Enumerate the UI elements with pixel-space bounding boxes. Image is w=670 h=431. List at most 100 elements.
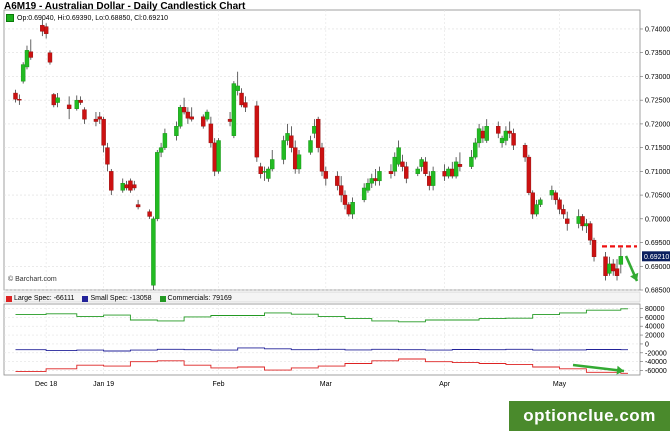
candle-body [66, 104, 72, 109]
candle-body [365, 183, 371, 191]
candle-body [419, 159, 424, 167]
candle-body [361, 187, 367, 201]
candle-body [266, 168, 271, 179]
x-axis-label: Apr [439, 381, 451, 388]
candle-body [235, 85, 240, 91]
cot-tick-label: 20000 [645, 333, 665, 340]
candle-body [227, 118, 233, 122]
candle-body [446, 168, 451, 177]
candle-body [178, 107, 183, 127]
price-tick-label: 0.71500 [645, 145, 670, 152]
candle-body [120, 183, 125, 191]
legend-item-large-spec: Large Spec: -66111 [6, 295, 74, 302]
x-axis-label: May [553, 381, 567, 388]
candle-body [51, 94, 57, 106]
candle-body [312, 126, 317, 134]
candle-body [258, 166, 263, 174]
last-price-label: 0.69210 [644, 254, 669, 261]
legend-swatch-large-spec [6, 295, 12, 302]
cot-tick-label: 0 [645, 341, 649, 348]
candle-body [289, 135, 294, 148]
legend-swatch-small-spec [82, 295, 89, 302]
price-tick-label: 0.73500 [645, 50, 670, 57]
candle-body [105, 147, 110, 165]
candle-body [97, 116, 102, 120]
candle-body [239, 92, 244, 106]
candle-body [480, 130, 486, 139]
candle-body [254, 105, 260, 158]
candle-body [285, 133, 290, 141]
candle-body [20, 64, 26, 82]
candle-body [216, 140, 221, 172]
candle-body [147, 211, 152, 217]
candle-body [74, 99, 79, 109]
price-tick-label: 0.70500 [645, 193, 670, 200]
candle-body [319, 147, 325, 172]
cot-tick-label: -40000 [645, 359, 667, 366]
candle-body [101, 118, 106, 146]
candle-body [24, 50, 30, 68]
candle-body [208, 123, 214, 144]
candle-body [507, 130, 512, 134]
candle-body [423, 161, 428, 174]
candle-body [603, 256, 608, 276]
candle-body [580, 216, 585, 227]
candle-body [346, 204, 352, 215]
candle-body [281, 140, 286, 160]
candle-body [350, 202, 355, 215]
panel-frames [3, 9, 641, 376]
candle-body [323, 171, 329, 179]
ohlc-label: Op:0.69040, Hi:0.69390, Lo:0.68850, Cl:0… [17, 14, 169, 22]
cot-legend: Large Spec: -66111 Small Spec: -13058 Co… [6, 295, 232, 302]
candle-body [476, 128, 482, 144]
candle-body [373, 178, 378, 182]
candle-body [618, 256, 624, 265]
candle-body [151, 218, 156, 286]
candle-body [453, 161, 459, 177]
candle-body [109, 171, 114, 191]
cot-tick-label: 60000 [645, 315, 665, 322]
candle-body [162, 133, 168, 148]
candle-body [392, 156, 397, 172]
legend-label-commercials: Commercials: 79169 [167, 295, 232, 302]
candle-body [530, 192, 535, 215]
candle-body [442, 171, 447, 177]
candle-body [174, 126, 179, 136]
candle-body [93, 118, 99, 122]
candle-body [28, 51, 34, 58]
cot-tick-label: -20000 [645, 350, 667, 357]
candle-body [189, 116, 194, 120]
candle-body [78, 99, 83, 103]
candle-body [587, 223, 593, 241]
candle-body [526, 156, 532, 193]
candle-body [496, 126, 501, 134]
price-tick-label: 0.70000 [645, 216, 670, 223]
candle-body [338, 185, 344, 196]
candle-body [269, 159, 275, 170]
candle-body [427, 175, 432, 186]
candle-body [534, 204, 539, 215]
candle-body [315, 118, 321, 148]
candle-body [430, 171, 436, 186]
candle-body [404, 166, 409, 179]
candle-body [614, 268, 620, 276]
legend-item-small-spec: Small Spec: -13058 [82, 295, 152, 302]
price-tick-label: 0.69000 [645, 264, 670, 271]
x-axis-label: Jan 19 [93, 381, 114, 388]
candle-body [584, 223, 589, 227]
x-axis-label: Dec 18 [35, 381, 57, 388]
candle-body [610, 263, 616, 272]
chart-title: A6M19 - Australian Dollar - Daily Candle… [4, 1, 246, 12]
cot-tick-label: -60000 [645, 368, 667, 375]
price-axis-ticks: 0.74000 0.73500 0.73000 0.72500 0.72000 0.715… [640, 26, 670, 295]
candle-body [499, 137, 505, 144]
credit-text: © Barchart.com [8, 276, 57, 283]
candle-body [450, 168, 455, 177]
brand-watermark: optionclue.com [509, 401, 670, 431]
candle-body [415, 168, 420, 174]
candle-body [204, 111, 210, 120]
candle-body [561, 209, 566, 215]
chart-window: 0.74000 0.73500 0.73000 0.72500 0.72000 0.715… [0, 0, 670, 431]
candle-body [342, 194, 348, 205]
legend-item-commercials: Commercials: 79169 [159, 295, 232, 302]
